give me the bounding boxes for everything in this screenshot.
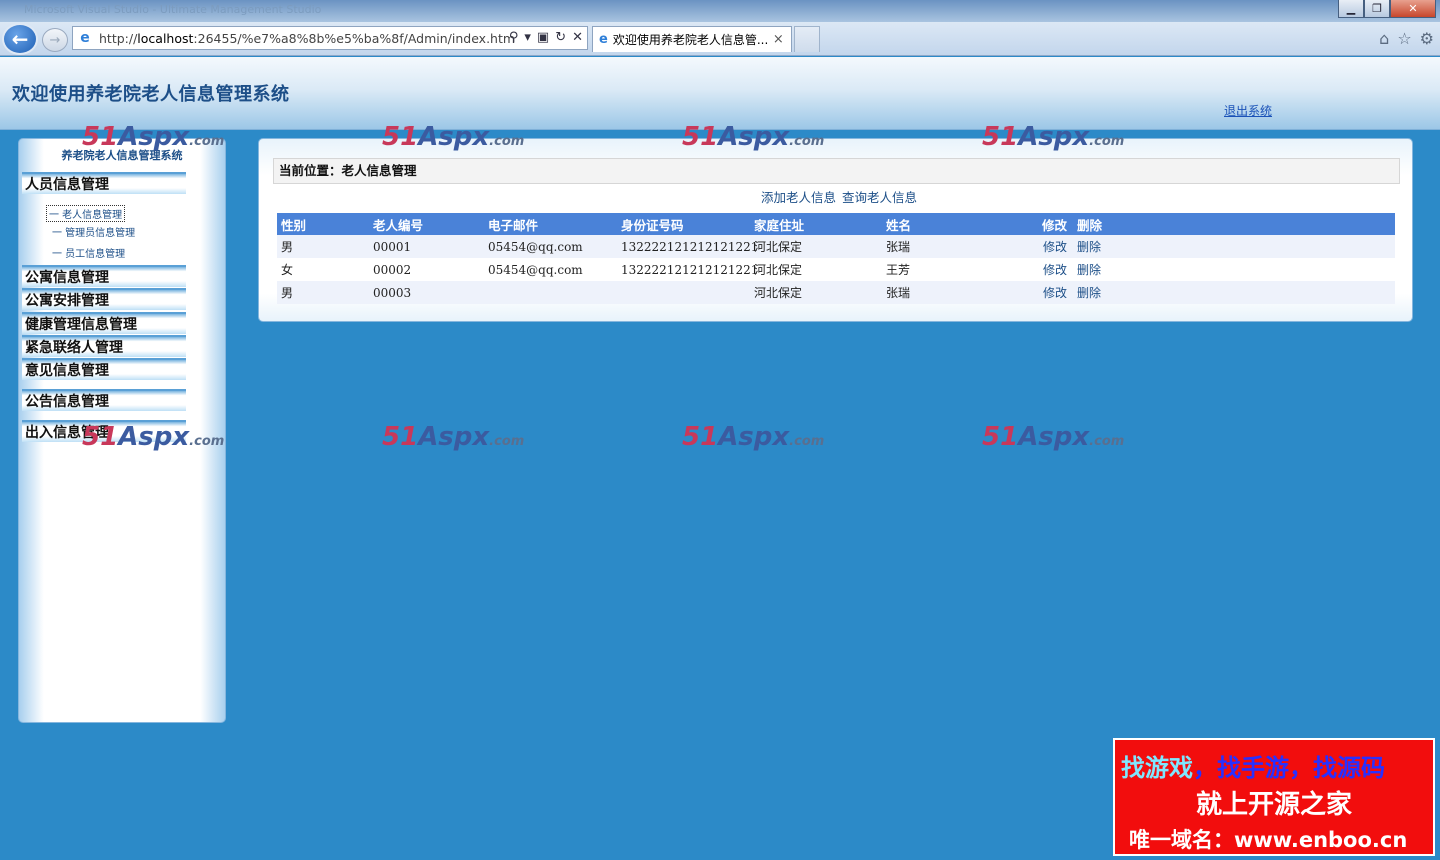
table-row: 女 00002 05454@qq.com 132222121212121221 … (277, 258, 1395, 281)
cell-idcard: 132222121212121221 (617, 235, 758, 258)
cell-idcard (617, 281, 750, 304)
cell-email: 05454@qq.com (484, 235, 617, 258)
col-header-address: 家庭住址 (750, 213, 882, 235)
logout-link[interactable]: 退出系统 (1224, 102, 1272, 119)
maximize-icon[interactable]: ❐ (1364, 0, 1390, 18)
cell-email (484, 281, 617, 304)
ad-line-3: 唯一域名：www.enboo.cn (1129, 828, 1408, 852)
submenu-elder-info[interactable]: 一 老人信息管理 (46, 205, 126, 222)
col-header-delete: 删除 (1073, 213, 1395, 235)
col-header-edit: 修改 (1015, 213, 1073, 235)
watermark-logo: 51Aspx.com (982, 422, 1125, 452)
col-header-idcard: 身份证号码 (617, 213, 750, 235)
delete-link[interactable]: 删除 (1073, 258, 1395, 281)
favorites-star-icon[interactable]: ☆ (1397, 29, 1411, 48)
cell-name: 王芳 (882, 258, 1015, 281)
menu-group-notice[interactable]: 公告信息管理 (22, 389, 186, 411)
menu-group-emergency-contact[interactable]: 紧急联络人管理 (22, 335, 186, 357)
col-header-email: 电子邮件 (484, 213, 617, 235)
main-panel: 当前位置：老人信息管理 添加老人信息 查询老人信息 性别 老人编号 电子邮件 身… (258, 138, 1413, 322)
tab-close-icon[interactable]: × (773, 32, 784, 47)
ie-logo-icon: e (80, 30, 90, 46)
new-tab-button[interactable] (794, 26, 820, 52)
minimize-icon[interactable]: ▁ (1338, 0, 1364, 18)
cell-id: 00001 (369, 235, 484, 258)
tab-ie-icon: e (599, 32, 608, 47)
col-header-id: 老人编号 (369, 213, 484, 235)
ad-line-2: 就上开源之家 (1195, 790, 1352, 820)
action-links: 添加老人信息 查询老人信息 (761, 187, 917, 206)
home-icon[interactable]: ⌂ (1379, 29, 1389, 48)
menu-group-personnel[interactable]: 人员信息管理 (22, 172, 186, 194)
ad-line-1: 找游戏，找手游，找源码 (1121, 754, 1385, 782)
site-title: 欢迎使用养老院老人信息管理系统 (12, 84, 290, 105)
back-arrow-icon[interactable]: ← (2, 23, 38, 55)
forward-arrow-icon[interactable]: → (42, 28, 68, 52)
table-header-row: 性别 老人编号 电子邮件 身份证号码 家庭住址 姓名 修改 删除 (277, 213, 1395, 235)
add-elder-link[interactable]: 添加老人信息 (761, 187, 836, 206)
menu-group-apartment-arrange[interactable]: 公寓安排管理 (22, 288, 186, 310)
search-icon[interactable]: ⚲ (509, 30, 519, 45)
cell-email: 05454@qq.com (484, 258, 617, 281)
cell-address: 河北保定 (750, 258, 882, 281)
cell-address: 河北保定 (750, 235, 882, 258)
menu-group-health[interactable]: 健康管理信息管理 (22, 312, 186, 334)
watermark-logo: 51Aspx.com (682, 422, 825, 452)
edit-link[interactable]: 修改 (1015, 235, 1073, 258)
tab-title: 欢迎使用养老院老人信息管... (612, 33, 768, 47)
menu-group-apartment[interactable]: 公寓信息管理 (22, 265, 186, 287)
page-header: 欢迎使用养老院老人信息管理系统 退出系统 (0, 57, 1440, 130)
submenu-staff-info[interactable]: 一 员工信息管理 (52, 245, 125, 260)
browser-navbar: ← → e http://localhost:26455/%e7%a8%8b%e… (0, 22, 1440, 56)
menu-group-access[interactable]: 出入信息管理 (22, 420, 186, 442)
compat-view-icon[interactable]: ▣ (537, 30, 549, 45)
delete-link[interactable]: 删除 (1073, 235, 1395, 258)
cell-gender: 男 (277, 281, 369, 304)
sidebar-title: 养老院老人信息管理系统 (61, 149, 183, 162)
cell-id: 00003 (369, 281, 484, 304)
cell-name: 张瑞 (882, 235, 1015, 258)
ad-banner[interactable]: 找游戏，找手游，找源码 就上开源之家 唯一域名：www.enboo.cn (1113, 738, 1435, 856)
table-row: 男 00003 河北保定 张瑞 修改 删除 (277, 281, 1395, 304)
edit-link[interactable]: 修改 (1015, 258, 1073, 281)
cell-name: 张瑞 (882, 281, 1015, 304)
close-window-icon[interactable]: ✕ (1390, 0, 1436, 18)
dropdown-icon[interactable]: ▾ (524, 30, 531, 45)
cell-gender: 女 (277, 258, 369, 281)
browser-right-icons: ⌂ ☆ ⚙ (1379, 29, 1434, 48)
address-tools: ⚲ ▾ ▣ ↻ ✕ (509, 30, 583, 45)
window-titlebar: Microsoft Visual Studio - Ultimate Manag… (0, 0, 1440, 22)
refresh-icon[interactable]: ↻ (555, 30, 566, 45)
delete-link[interactable]: 删除 (1073, 281, 1395, 304)
col-header-name: 姓名 (882, 213, 1015, 235)
cell-address: 河北保定 (750, 281, 882, 304)
submenu-admin-info[interactable]: 一 管理员信息管理 (52, 224, 135, 239)
stop-icon[interactable]: ✕ (572, 30, 583, 45)
edit-link[interactable]: 修改 (1015, 281, 1073, 304)
watermark-logo: 51Aspx.com (382, 422, 525, 452)
cell-id: 00002 (369, 258, 484, 281)
cell-idcard: 132222121212121221 (617, 258, 758, 281)
window-controls: ▁ ❐ ✕ (1338, 0, 1436, 18)
col-header-gender: 性别 (277, 213, 369, 235)
elder-table: 性别 老人编号 电子邮件 身份证号码 家庭住址 姓名 修改 删除 男 00001… (277, 213, 1395, 304)
browser-tab[interactable]: e 欢迎使用养老院老人信息管... × (592, 26, 792, 52)
settings-gear-icon[interactable]: ⚙ (1420, 29, 1434, 48)
address-bar[interactable]: e http://localhost:26455/%e7%a8%8b%e5%ba… (72, 26, 588, 50)
cell-gender: 男 (277, 235, 369, 258)
query-elder-link[interactable]: 查询老人信息 (842, 187, 917, 206)
window-title: Microsoft Visual Studio - Ultimate Manag… (24, 3, 322, 16)
menu-group-feedback[interactable]: 意见信息管理 (22, 358, 186, 380)
breadcrumb: 当前位置：老人信息管理 (273, 158, 1400, 184)
table-row: 男 00001 05454@qq.com 132222121212121221 … (277, 235, 1395, 258)
url-text[interactable]: http://localhost:26455/%e7%a8%8b%e5%ba%8… (99, 31, 515, 46)
